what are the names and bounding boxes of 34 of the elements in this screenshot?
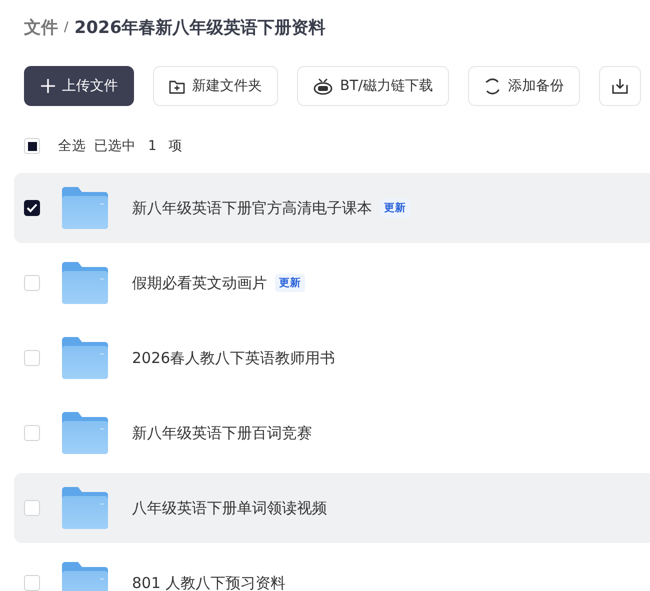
folder-icon bbox=[62, 187, 108, 229]
folder-plus-icon bbox=[169, 78, 185, 94]
row-checkbox[interactable] bbox=[24, 200, 40, 216]
plus-icon bbox=[41, 79, 55, 93]
folder-icon bbox=[62, 337, 108, 379]
download-icon bbox=[612, 78, 628, 94]
bt-download-button[interactable]: BT/磁力链下载 bbox=[297, 66, 449, 106]
selection-unit: 项 bbox=[168, 137, 183, 155]
bt-icon bbox=[313, 78, 333, 94]
folder-icon bbox=[62, 412, 108, 454]
update-tag: 更新 bbox=[380, 199, 410, 217]
file-row-highlighted[interactable]: 八年级英语下册单词领读视频 bbox=[14, 473, 650, 543]
folder-icon bbox=[62, 487, 108, 529]
file-row-highlighted[interactable]: 新八年级英语下册官方高清电子课本 更新 bbox=[14, 173, 650, 243]
file-name[interactable]: 2026春人教八下英语教师用书 bbox=[132, 348, 336, 368]
breadcrumb-separator: / bbox=[64, 20, 68, 34]
sync-icon bbox=[484, 78, 501, 94]
file-name[interactable]: 新八年级英语下册官方高清电子课本 bbox=[132, 198, 372, 218]
folder-icon bbox=[62, 262, 108, 304]
folder-title: 2026年春新八年级英语下册资料 bbox=[74, 16, 326, 38]
file-name[interactable]: 假期必看英文动画片 bbox=[132, 274, 267, 292]
selection-count: 1 bbox=[148, 138, 157, 154]
file-name[interactable]: 新八年级英语下册百词竞赛 bbox=[132, 424, 312, 442]
new-folder-button[interactable]: 新建文件夹 bbox=[153, 66, 278, 106]
upload-button[interactable]: 上传文件 bbox=[24, 66, 134, 106]
select-all-checkbox[interactable] bbox=[24, 138, 40, 154]
download-button[interactable] bbox=[598, 66, 641, 106]
file-name[interactable]: 八年级英语下册单词领读视频 bbox=[132, 498, 327, 518]
breadcrumb-link[interactable]: 文件 bbox=[24, 16, 58, 38]
select-all-label[interactable]: 全选 bbox=[58, 137, 86, 155]
selection-summary: 已选中 bbox=[94, 137, 136, 155]
add-backup-button[interactable]: 添加备份 bbox=[468, 66, 580, 106]
file-name[interactable]: 801 人教八下预习资料 bbox=[132, 574, 286, 591]
update-tag: 更新 bbox=[275, 274, 305, 292]
